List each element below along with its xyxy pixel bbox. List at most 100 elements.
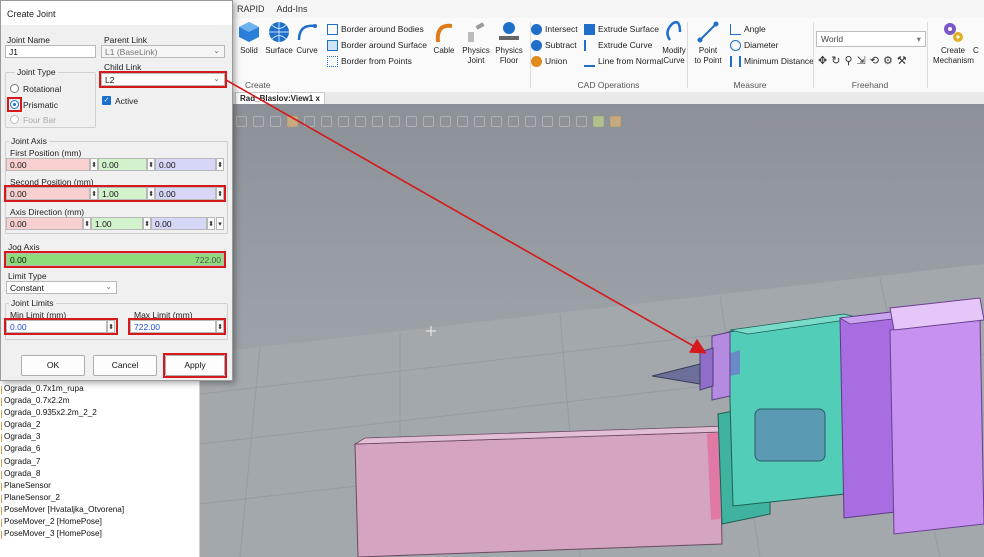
measure-group: Point to Point Angle Diameter Minimum Di… bbox=[688, 18, 814, 92]
apply-highlight bbox=[163, 353, 227, 378]
point-to-point-button[interactable]: Point to Point bbox=[690, 20, 726, 66]
spin-icon[interactable]: ⬍ bbox=[90, 158, 98, 171]
create-joint-dialog: Create Joint Joint Name J1 Parent Link L… bbox=[0, 0, 233, 381]
parent-link-label: Parent Link bbox=[104, 35, 147, 45]
document-tab[interactable]: Rad_Blaslov:View1 x bbox=[235, 92, 325, 104]
3d-viewport[interactable] bbox=[200, 104, 984, 557]
chevron-down-icon[interactable]: ▾ bbox=[216, 217, 224, 230]
machine-panel bbox=[754, 408, 826, 462]
tree-item[interactable]: Ograda_0.7x2.2m bbox=[0, 396, 199, 408]
layout-tree: Ograda_0.7x1m_rupa Ograda_0.7x2.2m Ograd… bbox=[0, 381, 200, 557]
tree-item[interactable]: Ograda_0.935x2.2m_2_2 bbox=[0, 408, 199, 420]
border-from-points-button[interactable]: Border from Points bbox=[327, 54, 412, 68]
tab-add-ins[interactable]: Add-Ins bbox=[277, 4, 308, 14]
tree-item[interactable]: Ograda_8 bbox=[0, 469, 199, 481]
extrude-surface-button[interactable]: Extrude Surface bbox=[584, 22, 659, 36]
axis-direction-x[interactable]: 0.00 bbox=[6, 217, 83, 230]
first-position-y[interactable]: 0.00 bbox=[98, 158, 147, 171]
ribbon-tabs: RAPID Add-Ins bbox=[233, 0, 984, 18]
second-position-highlight bbox=[4, 185, 226, 202]
cable-button[interactable]: Cable bbox=[426, 20, 462, 56]
curve-button[interactable]: Curve bbox=[289, 20, 325, 56]
diameter-button[interactable]: Diameter bbox=[730, 38, 778, 52]
spin-icon[interactable]: ⬍ bbox=[207, 217, 215, 230]
subtract-button[interactable]: Subtract bbox=[531, 38, 577, 52]
ribbon-overflow[interactable]: C bbox=[973, 46, 984, 56]
document-tab-bar: Rad_Blaslov:View1 x bbox=[233, 92, 984, 104]
physics-floor-icon bbox=[499, 22, 519, 40]
four-bar-label: Four Bar bbox=[23, 115, 57, 125]
freehand-more-icon[interactable]: ⚒ bbox=[897, 54, 907, 67]
modify-curve-icon bbox=[666, 21, 682, 41]
chevron-down-icon: ▾ bbox=[916, 34, 921, 44]
intersect-button[interactable]: Intersect bbox=[531, 22, 578, 36]
joint-axis-label: Joint Axis bbox=[9, 136, 49, 146]
first-position-x[interactable]: 0.00 bbox=[6, 158, 90, 171]
tree-item[interactable]: Ograda_3 bbox=[0, 432, 199, 444]
create-group-label: Create bbox=[245, 80, 271, 90]
tree-item[interactable]: Ograda_2 bbox=[0, 420, 199, 432]
tab-rapid[interactable]: RAPID bbox=[237, 4, 265, 14]
surface-icon bbox=[269, 22, 289, 42]
tree-item[interactable]: Ograda_7 bbox=[0, 457, 199, 469]
ribbon-body: Solid Surface Curve Border around Bodies… bbox=[233, 18, 984, 92]
border-around-bodies-button[interactable]: Border around Bodies bbox=[327, 22, 424, 36]
create-mechanism-button[interactable]: Create Mechanism bbox=[933, 20, 974, 66]
parent-link-select[interactable]: L1 (BaseLink) ⌄ bbox=[101, 45, 225, 58]
intersect-icon bbox=[531, 23, 542, 35]
motor-side bbox=[889, 319, 984, 535]
prismatic-highlight bbox=[7, 97, 22, 112]
jog-joint-icon[interactable]: ⚲ bbox=[844, 54, 852, 67]
multi-robot-jog-icon[interactable]: ⚙ bbox=[883, 54, 893, 67]
angle-button[interactable]: Angle bbox=[730, 22, 766, 36]
physics-floor-button[interactable]: Physics Floor bbox=[491, 20, 527, 66]
move-icon[interactable]: ✥ bbox=[818, 54, 827, 67]
radio-rotational[interactable] bbox=[10, 84, 19, 93]
spin-icon[interactable]: ⬍ bbox=[147, 158, 155, 171]
axis-direction-label: Axis Direction (mm) bbox=[10, 207, 85, 217]
first-position-z[interactable]: 0.00 bbox=[155, 158, 216, 171]
freehand-group-label: Freehand bbox=[851, 80, 889, 90]
axis-direction-y[interactable]: 1.00 bbox=[91, 217, 143, 230]
minimum-distance-button[interactable]: Minimum Distance bbox=[730, 54, 814, 68]
tree-item[interactable]: PoseMover_2 [HomePose] bbox=[0, 517, 199, 529]
close-icon[interactable]: x bbox=[315, 94, 319, 103]
extrude-curve-button[interactable]: Extrude Curve bbox=[584, 38, 652, 52]
axis-direction-z[interactable]: 0.00 bbox=[151, 217, 207, 230]
jog-linear-icon[interactable]: ⇲ bbox=[857, 54, 866, 67]
joint-name-input[interactable]: J1 bbox=[5, 45, 96, 58]
tree-item[interactable]: PlaneSensor bbox=[0, 481, 199, 493]
jog-reorient-icon[interactable]: ⟲ bbox=[870, 54, 879, 67]
joint-name-label: Joint Name bbox=[7, 35, 50, 45]
angle-icon bbox=[730, 23, 741, 35]
cable-icon bbox=[435, 23, 453, 43]
rotational-label: Rotational bbox=[23, 84, 62, 94]
reference-frame-select[interactable]: World ▾ bbox=[816, 31, 926, 47]
spin-icon[interactable]: ⬍ bbox=[216, 158, 224, 171]
first-position-label: First Position (mm) bbox=[10, 148, 82, 158]
jog-axis-highlight bbox=[4, 251, 226, 268]
spin-icon[interactable]: ⬍ bbox=[143, 217, 151, 230]
physics-joint-button[interactable]: Physics Joint bbox=[458, 20, 494, 66]
joint-type-label: Joint Type bbox=[15, 67, 58, 77]
tree-item[interactable]: Ograda_0.7x1m_rupa bbox=[0, 384, 199, 396]
conveyor-slab bbox=[354, 431, 723, 557]
ok-button[interactable]: OK bbox=[21, 355, 85, 376]
union-button[interactable]: Union bbox=[531, 54, 567, 68]
spin-icon[interactable]: ⬍ bbox=[83, 217, 91, 230]
active-checkbox[interactable]: ✓ bbox=[102, 96, 111, 105]
border-around-surface-button[interactable]: Border around Surface bbox=[327, 38, 427, 52]
limit-type-select[interactable]: Constant ⌄ bbox=[6, 281, 117, 294]
tree-item[interactable]: Ograda_6 bbox=[0, 444, 199, 456]
radio-four-bar[interactable] bbox=[10, 115, 19, 124]
tree-item[interactable]: PlaneSensor_2 bbox=[0, 493, 199, 505]
line-from-normal-button[interactable]: Line from Normal bbox=[584, 54, 663, 68]
point-to-point-icon bbox=[697, 21, 719, 43]
tree-item[interactable]: PoseMover_3 [HomePose] bbox=[0, 529, 199, 541]
extrude-curve-icon bbox=[584, 39, 595, 51]
border-surface-icon bbox=[327, 39, 338, 51]
rotate-icon[interactable]: ↻ bbox=[831, 54, 840, 67]
cancel-button[interactable]: Cancel bbox=[93, 355, 157, 376]
tree-item[interactable]: PoseMover [Hvataljka_Otvorena] bbox=[0, 505, 199, 517]
cad-group-label: CAD Operations bbox=[577, 80, 640, 90]
